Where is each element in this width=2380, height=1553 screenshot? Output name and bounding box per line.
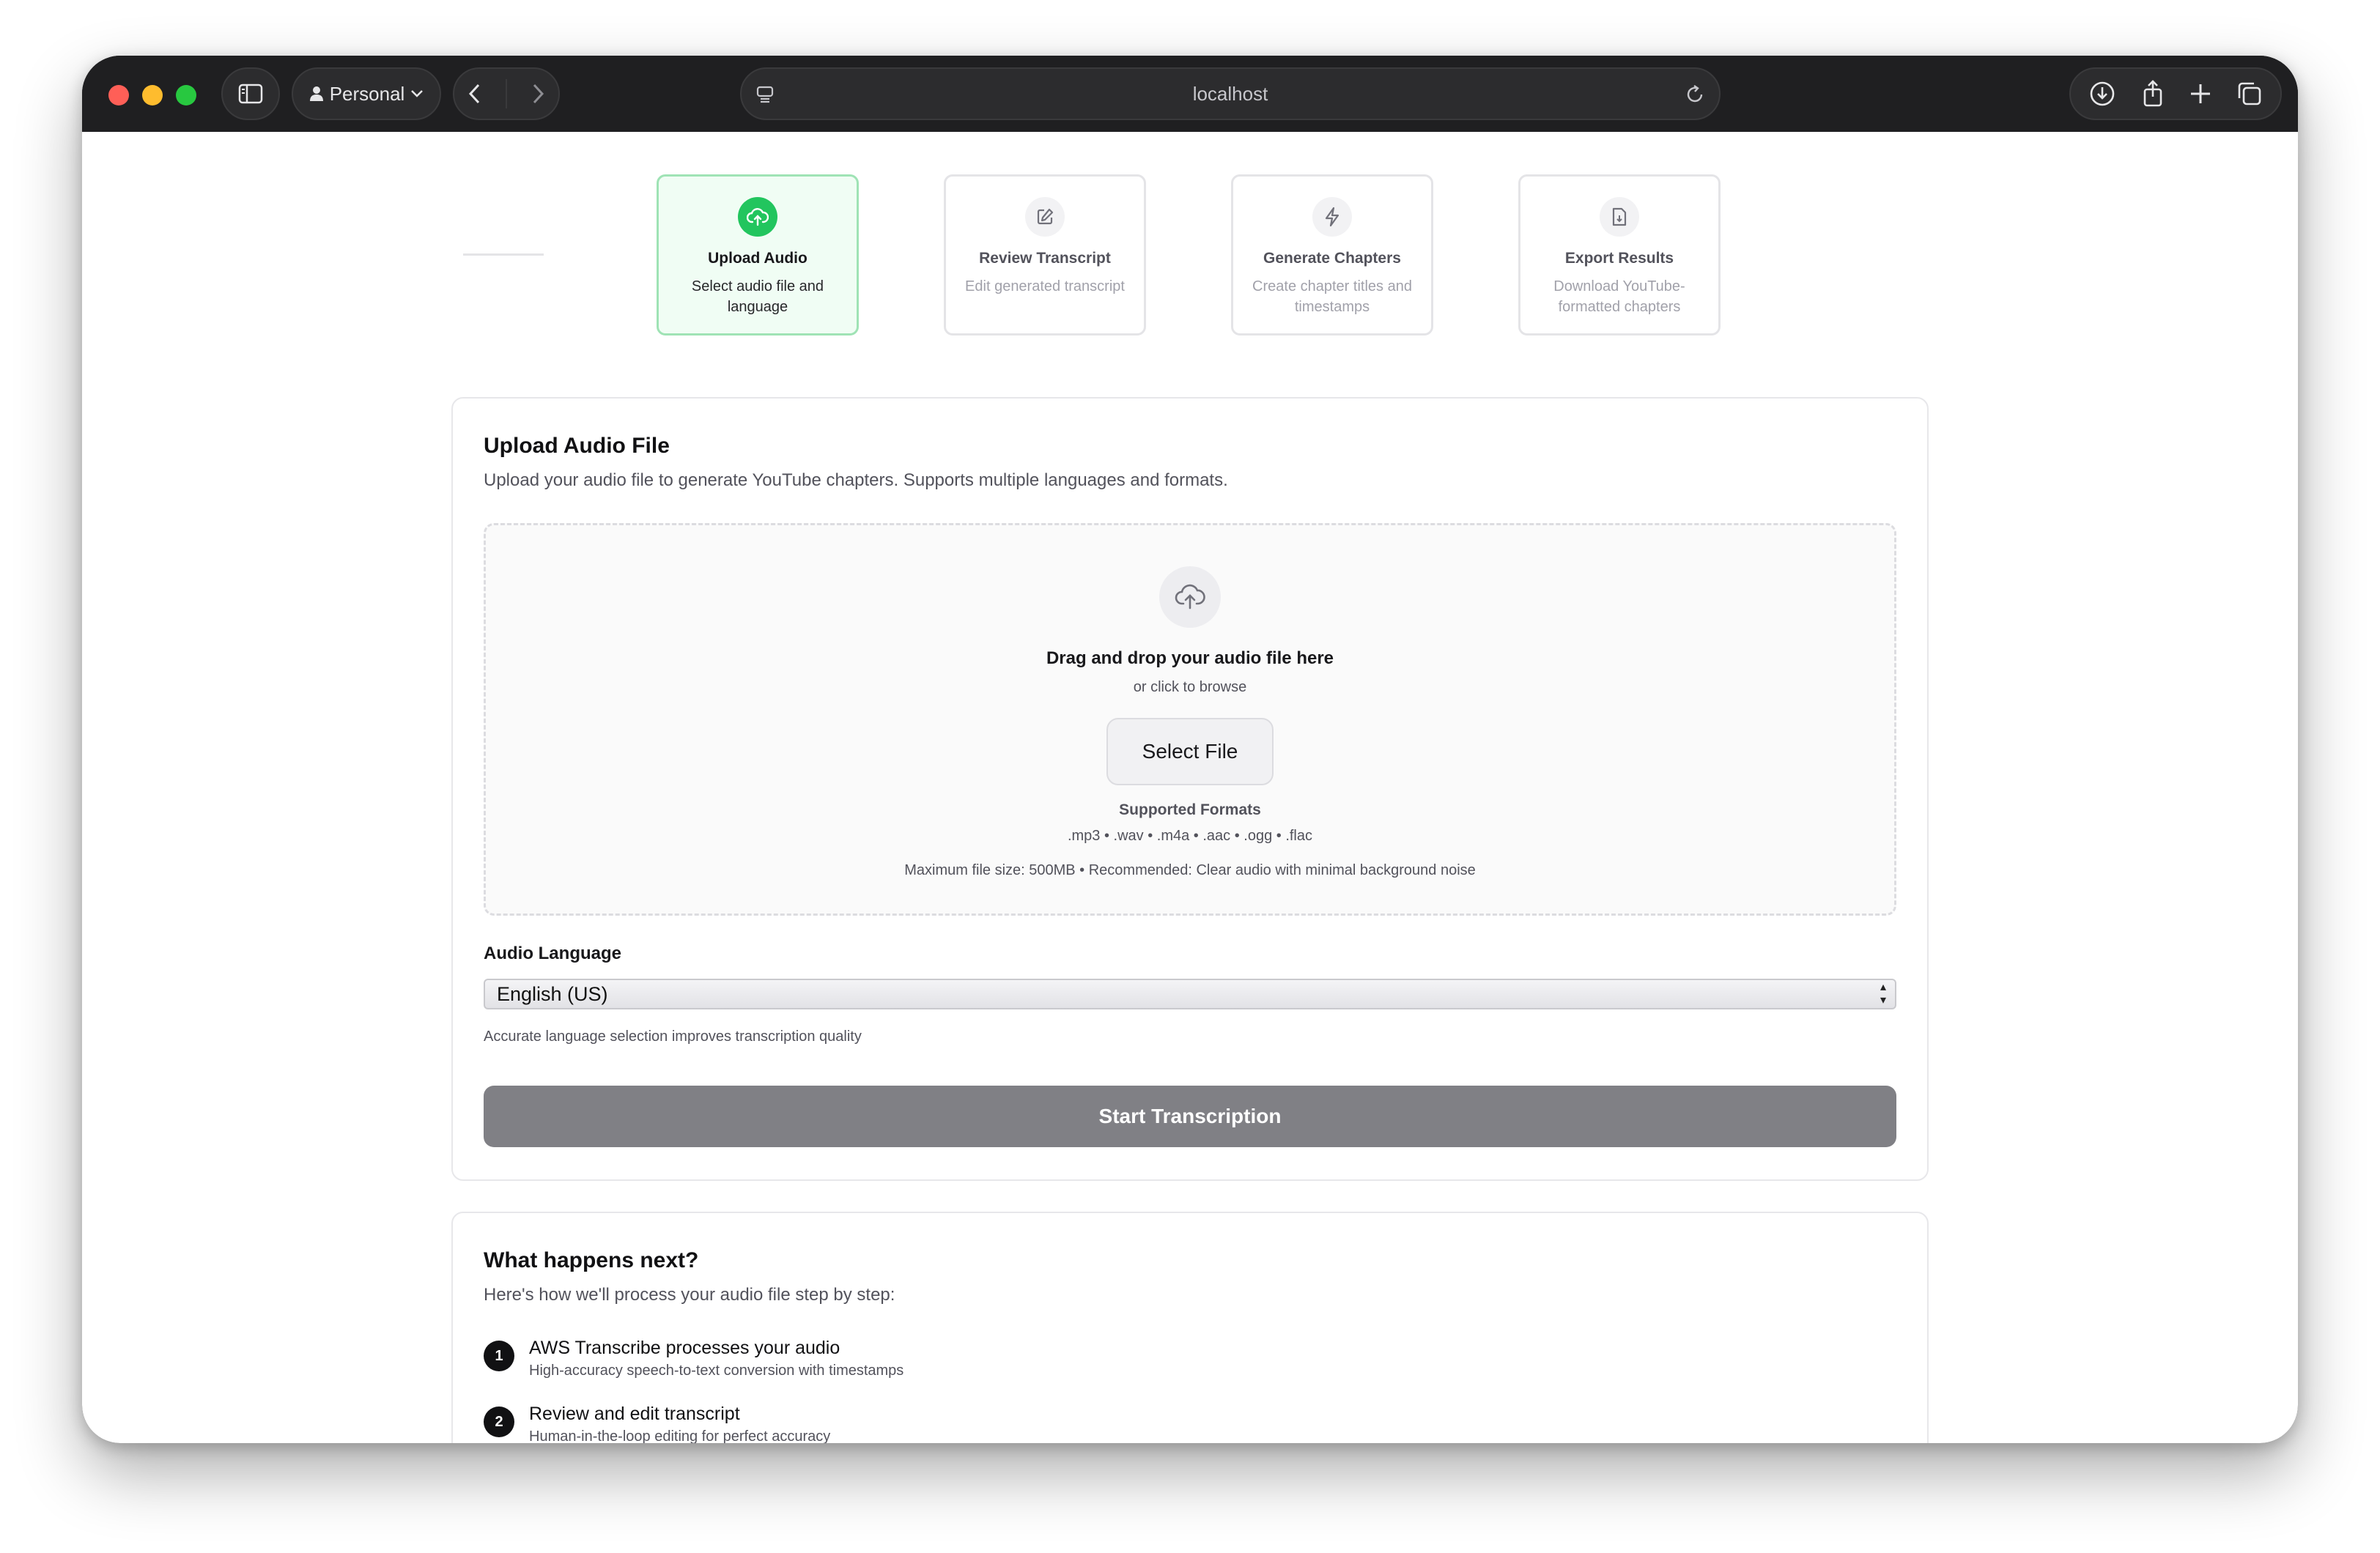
step-subtitle: Create chapter titles and timestamps [1252, 278, 1412, 315]
address-bar[interactable]: localhost [740, 67, 1721, 120]
file-dropzone[interactable]: Drag and drop your audio file here or cl… [484, 523, 1896, 916]
browser-window: Personal localhost Upload Audio Select a… [82, 56, 2298, 1443]
step-generate-chapters[interactable]: Generate Chapters Create chapter titles … [1231, 174, 1433, 336]
select-arrows-icon: ▴ ▾ [1880, 981, 1886, 1007]
back-arrow-icon[interactable] [468, 83, 481, 105]
supported-formats-list: .mp3 • .wav • .m4a • .aac • .ogg • .flac [1067, 828, 1313, 844]
next-step-subtitle: High-accuracy speech-to-text conversion … [529, 1363, 904, 1379]
upload-title: Upload Audio File [484, 434, 670, 458]
sidebar-toggle-button[interactable] [221, 67, 280, 120]
edit-icon [1025, 197, 1065, 237]
page-menu-icon[interactable] [755, 84, 775, 104]
file-icon [1600, 197, 1639, 237]
step-subtitle: Download YouTube-formatted chapters [1553, 278, 1685, 315]
audio-language-value: English (US) [497, 983, 608, 1005]
navigation-buttons [453, 67, 560, 120]
step-title: Upload Audio [708, 250, 808, 267]
close-window-button[interactable] [108, 85, 129, 105]
forward-arrow-icon[interactable] [532, 83, 545, 105]
next-steps-title: What happens next? [484, 1248, 699, 1272]
next-step-subtitle: Human-in-the-loop editing for perfect ac… [529, 1428, 831, 1443]
nav-divider [506, 79, 507, 108]
browser-toolbar: Personal localhost [82, 56, 2298, 132]
sidebar-icon [238, 84, 263, 104]
next-step-title: AWS Transcribe processes your audio [529, 1338, 840, 1358]
next-step-title: Review and edit transcript [529, 1404, 740, 1424]
next-steps-card: What happens next? Here's how we'll proc… [451, 1212, 1929, 1443]
step-number-badge: 1 [484, 1341, 514, 1371]
start-transcription-button[interactable]: Start Transcription [484, 1086, 1896, 1147]
step-number-badge: 2 [484, 1406, 514, 1437]
person-icon [309, 86, 323, 101]
downloads-icon[interactable] [2088, 80, 2116, 108]
max-file-size-note: Maximum file size: 500MB • Recommended: … [904, 862, 1476, 878]
next-steps-description: Here's how we'll process your audio file… [484, 1285, 895, 1305]
lightning-icon [1312, 197, 1352, 237]
step-upload-audio[interactable]: Upload Audio Select audio file and langu… [657, 174, 859, 336]
audio-language-label: Audio Language [484, 944, 621, 963]
step-subtitle: Edit generated transcript [965, 278, 1125, 294]
step-review-transcript[interactable]: Review Transcript Edit generated transcr… [944, 174, 1146, 336]
step-export-results[interactable]: Export Results Download YouTube-formatte… [1518, 174, 1721, 336]
select-file-button[interactable]: Select File [1106, 718, 1274, 785]
tab-overview-icon[interactable] [2236, 81, 2263, 107]
supported-formats-title: Supported Formats [1119, 801, 1261, 818]
reload-icon[interactable] [1684, 84, 1706, 105]
audio-language-hint: Accurate language selection improves tra… [484, 1028, 862, 1045]
step-subtitle: Select audio file and language [691, 278, 824, 315]
dropzone-subtitle: or click to browse [1133, 679, 1247, 695]
step-title: Review Transcript [979, 250, 1111, 267]
minimize-window-button[interactable] [142, 85, 163, 105]
audio-language-select[interactable]: English (US) ▴ ▾ [484, 979, 1896, 1009]
step-title: Export Results [1564, 250, 1674, 267]
profile-label: Personal [329, 82, 405, 105]
upload-description: Upload your audio file to generate YouTu… [484, 470, 1228, 490]
new-tab-icon[interactable] [2189, 82, 2212, 105]
toolbar-actions [2069, 67, 2282, 120]
zoom-window-button[interactable] [176, 85, 196, 105]
address-text: localhost [1192, 82, 1268, 105]
upload-cloud-icon [738, 197, 777, 237]
page-content: Upload Audio Select audio file and langu… [82, 132, 2298, 1443]
step-connector [463, 253, 544, 256]
upload-cloud-icon [1159, 566, 1221, 628]
share-icon[interactable] [2140, 79, 2165, 108]
profile-button[interactable]: Personal [292, 67, 441, 120]
chevron-down-icon [411, 90, 424, 97]
dropzone-title: Drag and drop your audio file here [1046, 648, 1334, 668]
step-title: Generate Chapters [1263, 250, 1401, 267]
upload-card: Upload Audio File Upload your audio file… [451, 397, 1929, 1181]
